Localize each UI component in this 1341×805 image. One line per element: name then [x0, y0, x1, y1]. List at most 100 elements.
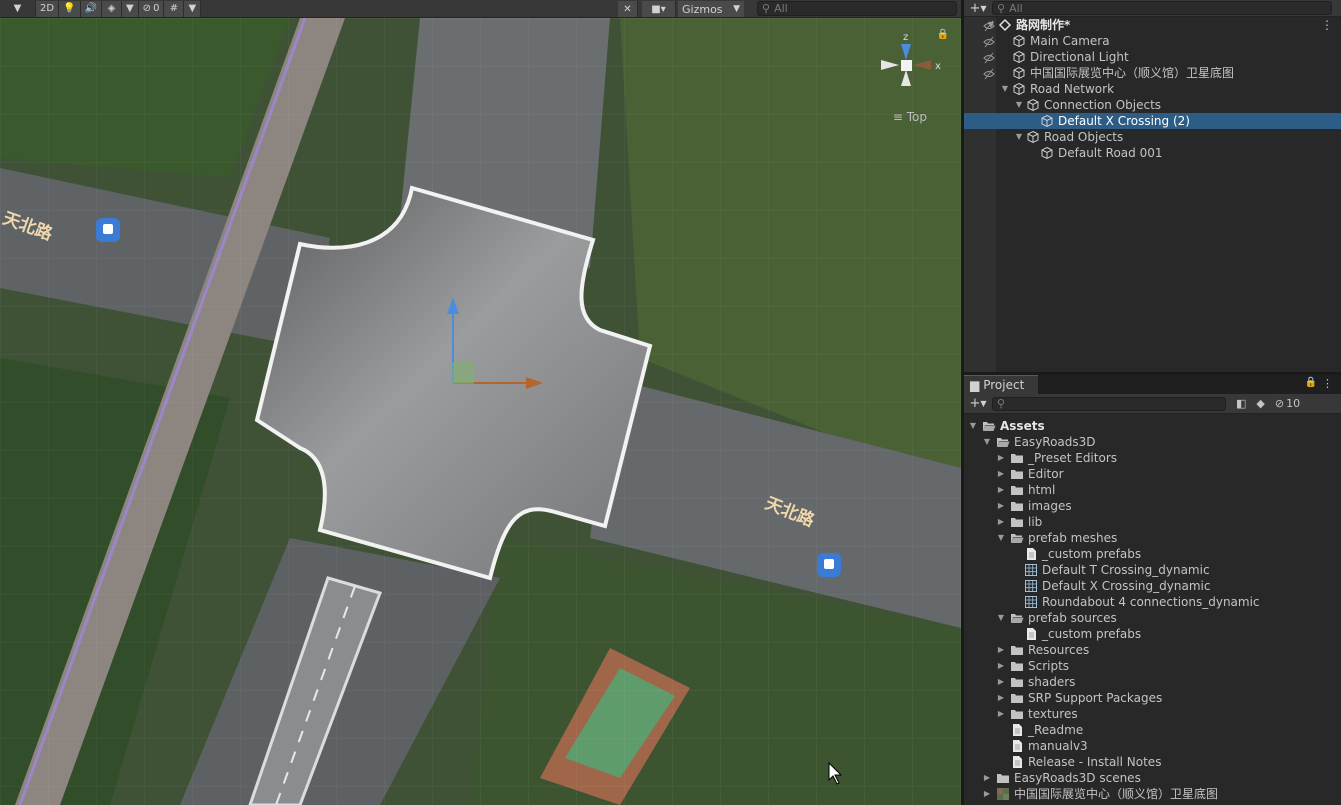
collapse-arrow-icon[interactable]: ▶: [996, 642, 1006, 658]
project-folder-item[interactable]: ▶ SRP Support Packages: [964, 690, 1341, 706]
project-folder-item[interactable]: ▼ EasyRoads3D: [964, 434, 1341, 450]
hidden-packages-toggle[interactable]: ⊘ 10: [1275, 397, 1300, 410]
expand-arrow-icon[interactable]: ▼: [1014, 129, 1024, 145]
grid-dropdown[interactable]: ▼: [184, 0, 202, 17]
expand-arrow-icon[interactable]: ▼: [1000, 81, 1010, 97]
orientation-gizmo[interactable]: z x: [873, 26, 943, 106]
project-folder-item[interactable]: ▶ EasyRoads3D scenes: [964, 770, 1341, 786]
project-asset-item[interactable]: manualv3: [964, 738, 1341, 754]
create-asset-dropdown-button[interactable]: + ▼: [964, 396, 992, 412]
expand-arrow-icon[interactable]: ▼: [982, 434, 992, 450]
hierarchy-search-input[interactable]: ⚲ All: [992, 1, 1332, 15]
expand-arrow-icon[interactable]: ▼: [968, 418, 978, 434]
visibility-toggle-icon[interactable]: [982, 51, 995, 64]
view-orientation-label[interactable]: ≡ Top: [893, 110, 927, 124]
hierarchy-item[interactable]: ▼ Road Network: [964, 81, 1341, 97]
hierarchy-item[interactable]: Main Camera: [964, 33, 1341, 49]
project-asset-item[interactable]: Release - Install Notes: [964, 754, 1341, 770]
expand-arrow-icon[interactable]: ▼: [996, 610, 1006, 626]
project-folder-item[interactable]: ▶ _Preset Editors: [964, 450, 1341, 466]
hierarchy-item[interactable]: Default Road 001: [964, 145, 1341, 161]
project-folder-item[interactable]: ▼ Assets: [964, 418, 1341, 434]
project-search-input[interactable]: ⚲: [992, 396, 1226, 411]
hierarchy-item[interactable]: ▼ Connection Objects: [964, 97, 1341, 113]
collapse-arrow-icon[interactable]: ▶: [996, 466, 1006, 482]
gizmo-lock-icon[interactable]: 🔒: [937, 29, 949, 40]
lighting-toggle[interactable]: 💡: [59, 0, 81, 17]
hidden-count: 0: [153, 3, 160, 14]
project-folder-item[interactable]: ▼ prefab meshes: [964, 530, 1341, 546]
expand-arrow-icon[interactable]: ▼: [1014, 97, 1024, 113]
project-folder-item[interactable]: ▶ images: [964, 498, 1341, 514]
axis-neg-z-cone[interactable]: [901, 70, 911, 86]
project-asset-item[interactable]: Roundabout 4 connections_dynamic: [964, 594, 1341, 610]
project-asset-item[interactable]: Default T Crossing_dynamic: [964, 562, 1341, 578]
more-options-icon[interactable]: ⋮: [1321, 17, 1333, 33]
folder-open-icon: [1010, 531, 1024, 545]
effects-dropdown[interactable]: ▼: [121, 0, 139, 17]
camera-button[interactable]: ■▾: [642, 1, 676, 17]
axis-z-cone[interactable]: [901, 44, 911, 60]
draw-mode-dropdown[interactable]: ▼: [0, 0, 36, 17]
collapse-arrow-icon[interactable]: ▶: [996, 690, 1006, 706]
gizmos-button[interactable]: Gizmos ▼: [678, 1, 744, 17]
project-folder-item[interactable]: ▶ Editor: [964, 466, 1341, 482]
collapse-arrow-icon[interactable]: ▶: [982, 770, 992, 786]
tools-button[interactable]: ✕: [618, 1, 638, 17]
visibility-toggle-icon[interactable]: [982, 35, 995, 48]
toggle-2d-button[interactable]: 2D: [36, 0, 60, 17]
hierarchy-item-label: Default Road 001: [1058, 146, 1163, 160]
project-folder-item[interactable]: ▶ textures: [964, 706, 1341, 722]
visibility-toggle-icon[interactable]: [982, 67, 995, 80]
project-item-label: html: [1028, 483, 1056, 497]
hidden-objects-toggle[interactable]: ⊘ 0: [138, 0, 165, 17]
project-tree: ▼ Assets ▼ EasyRoads3D ▶ _Preset Editors ▶ Edit…: [964, 418, 1341, 802]
hierarchy-item[interactable]: ▼ 路网制作* ⋮: [964, 17, 1341, 33]
project-item-label: textures: [1028, 707, 1078, 721]
collapse-arrow-icon[interactable]: ▶: [996, 498, 1006, 514]
effects-toggle[interactable]: ◈: [101, 0, 122, 17]
collapse-arrow-icon[interactable]: ▶: [996, 706, 1006, 722]
expand-arrow-icon[interactable]: ▼: [996, 530, 1006, 546]
gameobject-cube-icon: [1012, 82, 1026, 96]
hierarchy-item[interactable]: ▼ Road Objects: [964, 129, 1341, 145]
audio-toggle[interactable]: 🔊: [80, 0, 102, 17]
hierarchy-item-label: Directional Light: [1030, 50, 1129, 64]
tab-project[interactable]: ▆ Project: [964, 375, 1039, 394]
filter-by-type-icon[interactable]: ◧: [1236, 397, 1246, 410]
project-item-label: Editor: [1028, 467, 1064, 481]
hierarchy-item[interactable]: Directional Light: [964, 49, 1341, 65]
lock-icon[interactable]: 🔒: [1305, 377, 1317, 388]
project-folder-item[interactable]: ▶ html: [964, 482, 1341, 498]
project-asset-item[interactable]: _custom prefabs: [964, 626, 1341, 642]
more-options-icon[interactable]: ⋮: [1322, 377, 1333, 390]
project-folder-item[interactable]: ▶ Scripts: [964, 658, 1341, 674]
project-folder-item[interactable]: ▶ Resources: [964, 642, 1341, 658]
collapse-arrow-icon[interactable]: ▶: [996, 674, 1006, 690]
grid-toggle[interactable]: #: [164, 0, 185, 17]
scene-canvas[interactable]: 天北路 天北路: [0, 18, 961, 805]
project-folder-item[interactable]: ▼ prefab sources: [964, 610, 1341, 626]
scene-view[interactable]: ▼ 2D 💡 🔊 ◈ ▼ ⊘ 0 # ▼ ✕ ■▾ Gizmos ▼ ⚲ All: [0, 0, 961, 805]
project-folder-item[interactable]: ▶ lib: [964, 514, 1341, 530]
collapse-arrow-icon[interactable]: ▶: [996, 450, 1006, 466]
axis-x-cone[interactable]: [913, 60, 931, 70]
axis-center-cube[interactable]: [901, 60, 912, 71]
create-dropdown-button[interactable]: + ▼: [964, 0, 992, 16]
collapse-arrow-icon[interactable]: ▶: [982, 786, 992, 802]
project-asset-item[interactable]: ▶ 中国国际展览中心（顺义馆）卫星底图: [964, 786, 1341, 802]
collapse-arrow-icon[interactable]: ▶: [996, 514, 1006, 530]
project-asset-item[interactable]: _Readme: [964, 722, 1341, 738]
collapse-arrow-icon[interactable]: ▶: [996, 658, 1006, 674]
scene-search-input[interactable]: ⚲ All: [757, 1, 957, 16]
project-folder-item[interactable]: ▶ shaders: [964, 674, 1341, 690]
filter-by-label-icon[interactable]: ◆: [1256, 397, 1264, 410]
project-asset-item[interactable]: _custom prefabs: [964, 546, 1341, 562]
project-asset-item[interactable]: Default X Crossing_dynamic: [964, 578, 1341, 594]
hierarchy-item[interactable]: 中国国际展览中心（顺义馆）卫星底图: [964, 65, 1341, 81]
axis-neg-x-cone[interactable]: [881, 60, 899, 70]
hierarchy-item[interactable]: Default X Crossing (2): [964, 113, 1341, 129]
expand-arrow-icon[interactable]: ▼: [986, 17, 996, 33]
collapse-arrow-icon[interactable]: ▶: [996, 482, 1006, 498]
chevron-down-icon: ▼: [733, 4, 740, 14]
